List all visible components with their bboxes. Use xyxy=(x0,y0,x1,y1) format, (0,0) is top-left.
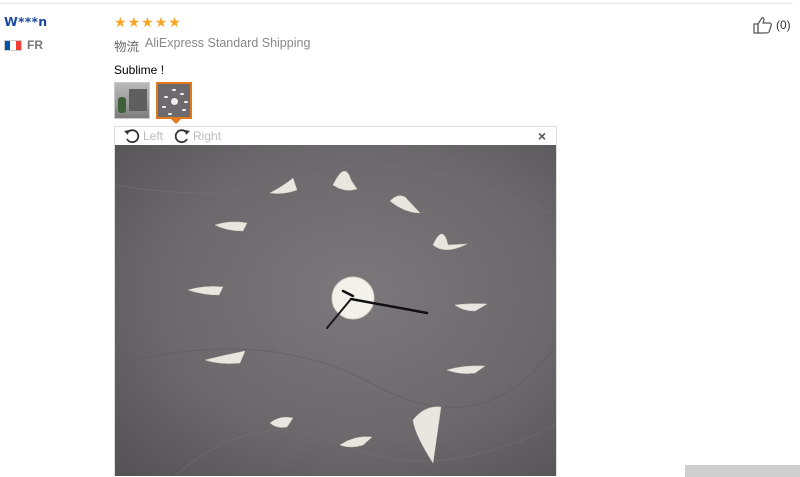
viewer-toolbar: Left Right × xyxy=(115,127,556,145)
review-photo-thumbnail[interactable] xyxy=(114,82,150,119)
shipping-label: 物流 xyxy=(114,40,140,54)
review-photo-thumbnail-selected[interactable] xyxy=(156,82,192,119)
star-icon: ★ xyxy=(141,14,154,30)
rotate-left-icon xyxy=(124,129,140,144)
wall-clock-photo xyxy=(115,145,556,476)
thumbs-up-icon[interactable] xyxy=(753,16,773,34)
rotate-right-icon xyxy=(174,129,191,144)
reviewer-info: W***n FR xyxy=(4,14,47,52)
photo-viewer: Left Right × xyxy=(114,126,557,476)
rotate-left-button[interactable]: Left xyxy=(123,128,163,144)
close-viewer-button[interactable]: × xyxy=(538,128,546,144)
horizontal-scrollbar[interactable] xyxy=(685,465,800,477)
rotate-right-label: Right xyxy=(193,129,222,143)
review-photo xyxy=(115,145,556,476)
country-code: FR xyxy=(27,38,43,52)
star-icon: ★ xyxy=(154,14,168,30)
rotate-left-label: Left xyxy=(143,129,164,143)
star-icon: ★ xyxy=(127,14,141,30)
review-content: ★ ★ ★ ★ ★ 物流 AliExpress Standard Shippin… xyxy=(114,14,310,77)
helpful-count: (0) xyxy=(776,18,791,32)
reviewer-country: FR xyxy=(4,38,47,52)
shipping-info: 物流 AliExpress Standard Shipping xyxy=(114,36,310,55)
selected-thumbnail-pointer xyxy=(171,119,181,124)
helpful-vote[interactable]: (0) xyxy=(753,16,791,34)
star-icon: ★ xyxy=(168,14,181,30)
shipping-method: AliExpress Standard Shipping xyxy=(145,36,311,50)
france-flag-icon xyxy=(4,39,22,51)
top-divider xyxy=(0,3,793,4)
star-rating: ★ ★ ★ ★ ★ xyxy=(114,14,310,30)
review-text: Sublime ! xyxy=(114,63,165,77)
reviewer-name: W***n xyxy=(4,14,48,29)
rotate-right-button[interactable]: Right xyxy=(173,128,221,144)
review-thumbnails xyxy=(114,82,192,119)
star-icon: ★ xyxy=(114,14,127,30)
